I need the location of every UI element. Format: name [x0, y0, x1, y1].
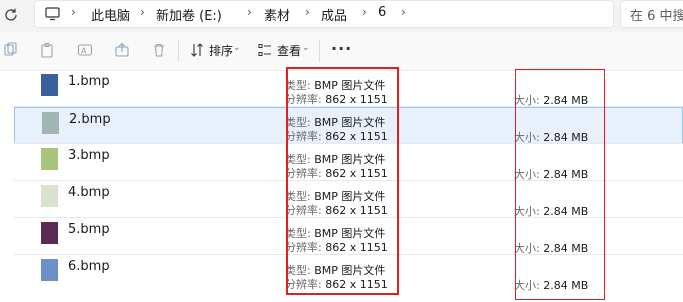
file-name[interactable]: 4.bmp: [68, 185, 110, 200]
sort-button[interactable]: 排序: [209, 42, 233, 59]
cut-icon[interactable]: [2, 42, 18, 58]
file-name[interactable]: 2.bmp: [69, 112, 111, 127]
search-placeholder: 在 6 中搜索: [630, 9, 683, 24]
delete-icon[interactable]: [151, 42, 167, 58]
rename-icon[interactable]: A: [77, 42, 93, 58]
chevron-right-icon[interactable]: ›: [140, 5, 145, 19]
image-thumbnail-icon: [41, 222, 58, 244]
address-bar[interactable]: › 此电脑 › 新加卷 (E:) › 素材 › 成品 › 6 ›: [34, 0, 614, 28]
chevron-right-icon[interactable]: ›: [401, 5, 406, 19]
more-options-button[interactable]: ···: [331, 39, 352, 58]
breadcrumb-folder-6[interactable]: 6: [378, 5, 386, 20]
breadcrumb-drive-e[interactable]: 新加卷 (E:): [156, 5, 222, 24]
address-bar-row: › 此电脑 › 新加卷 (E:) › 素材 › 成品 › 6 › 在 6 中搜索: [0, 0, 683, 32]
image-thumbnail-icon: [41, 185, 58, 207]
chevron-right-icon[interactable]: ›: [305, 5, 310, 19]
svg-text:A: A: [81, 47, 87, 56]
image-thumbnail-icon: [42, 112, 59, 134]
paste-icon[interactable]: [39, 42, 55, 58]
toolbar-divider: [319, 40, 320, 62]
chevron-down-icon[interactable]: ⌄: [233, 43, 241, 53]
command-bar: A 排序 ⌄ 查看 ⌄ ···: [0, 32, 683, 71]
annotation-highlight-box: [286, 67, 399, 295]
breadcrumb-materials[interactable]: 素材: [264, 5, 290, 24]
image-thumbnail-icon: [41, 259, 58, 281]
annotation-highlight-box: [515, 69, 605, 300]
sort-icon[interactable]: [189, 42, 205, 58]
breadcrumb-finished[interactable]: 成品: [321, 5, 347, 24]
chevron-right-icon[interactable]: ›: [71, 5, 76, 19]
image-thumbnail-icon: [41, 74, 58, 96]
view-icon[interactable]: [257, 42, 273, 58]
file-name[interactable]: 5.bmp: [68, 222, 110, 237]
file-name[interactable]: 3.bmp: [68, 148, 110, 163]
chevron-right-icon[interactable]: ›: [247, 5, 252, 19]
file-name[interactable]: 1.bmp: [68, 74, 110, 89]
share-icon[interactable]: [114, 42, 130, 58]
computer-icon: [45, 7, 60, 21]
search-input[interactable]: 在 6 中搜索: [620, 0, 683, 28]
toolbar-divider: [178, 40, 179, 62]
chevron-down-icon[interactable]: ⌄: [302, 43, 310, 53]
file-name[interactable]: 6.bmp: [68, 259, 110, 274]
chevron-right-icon[interactable]: ›: [362, 5, 367, 19]
image-thumbnail-icon: [41, 148, 58, 170]
refresh-icon[interactable]: [3, 7, 19, 23]
breadcrumb-this-pc[interactable]: 此电脑: [91, 5, 130, 24]
view-button[interactable]: 查看: [277, 42, 301, 59]
